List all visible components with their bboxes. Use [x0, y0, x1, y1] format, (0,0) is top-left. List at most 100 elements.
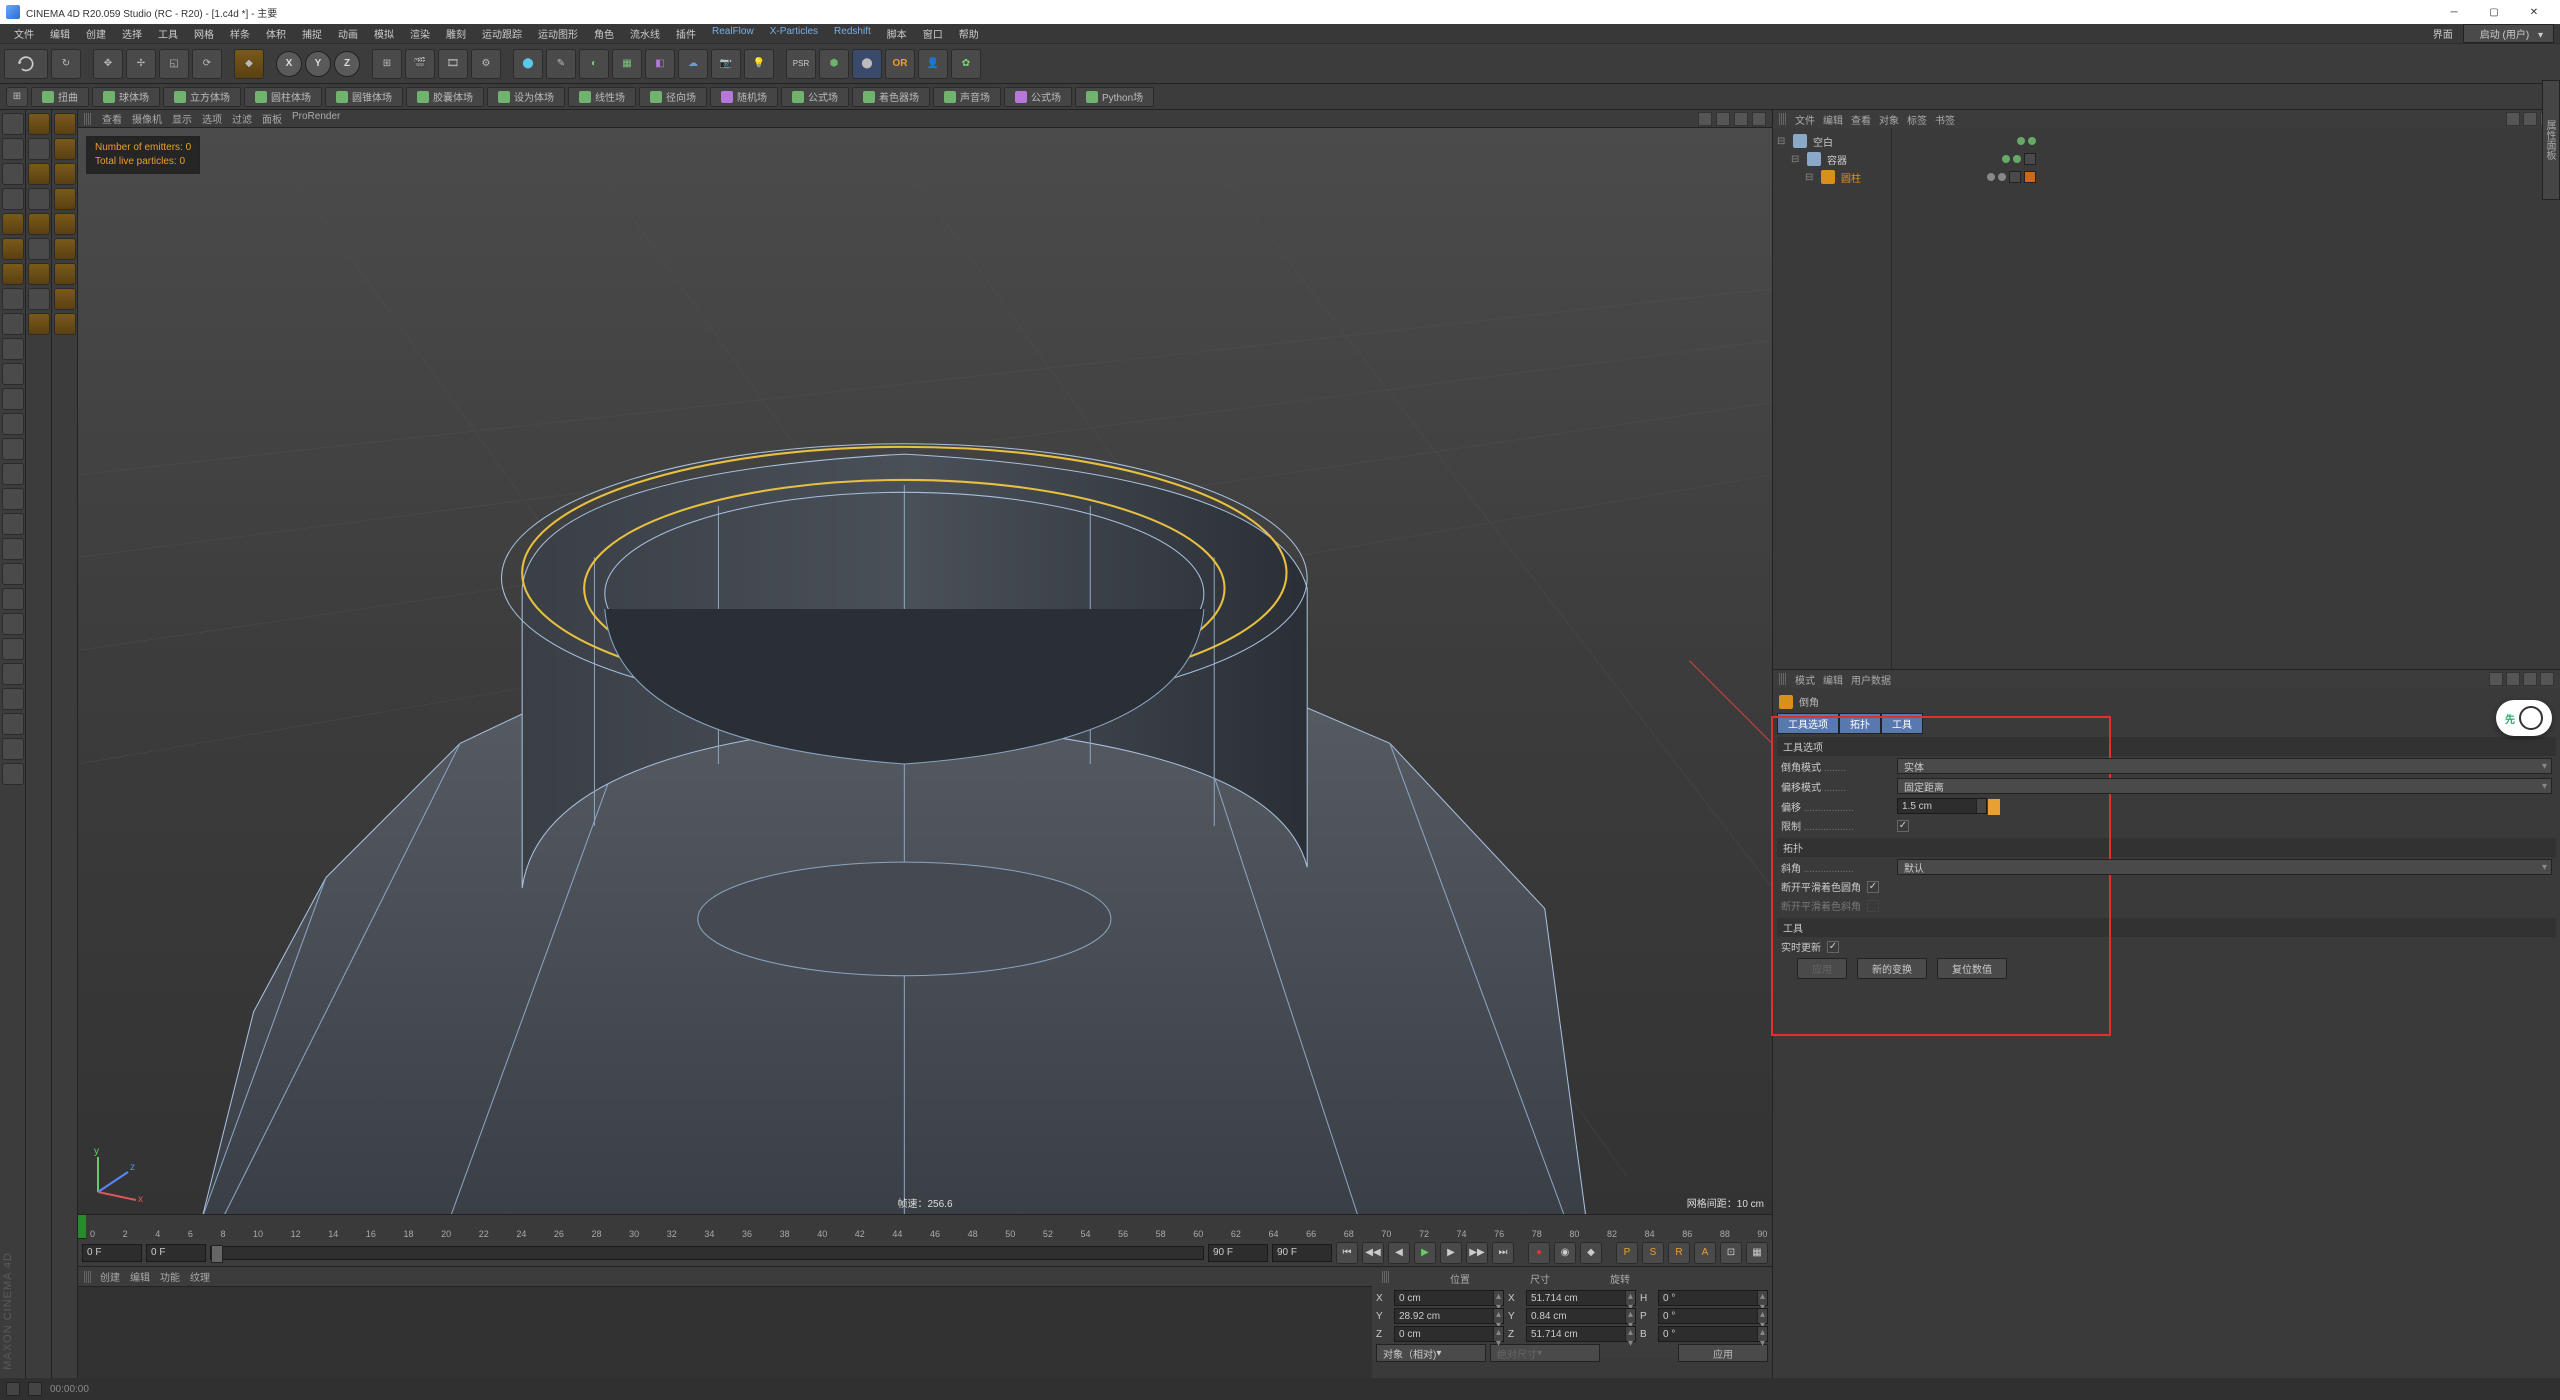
- p3-1[interactable]: [54, 113, 76, 135]
- play[interactable]: ▶: [1414, 1242, 1436, 1264]
- coord-rot-P[interactable]: 0 °▴▾: [1658, 1308, 1768, 1324]
- environment[interactable]: ☁: [678, 49, 708, 79]
- select-tool[interactable]: ✥: [93, 49, 123, 79]
- objmenu-查看[interactable]: 查看: [1851, 112, 1871, 127]
- content-browser[interactable]: ⬤: [852, 49, 882, 79]
- deformer[interactable]: ◧: [645, 49, 675, 79]
- attr-back-icon[interactable]: [2489, 672, 2503, 686]
- vp-nav-2[interactable]: [1716, 112, 1730, 126]
- p2-9[interactable]: [28, 313, 50, 335]
- attrmenu-编辑[interactable]: 编辑: [1823, 672, 1843, 687]
- filter-1[interactable]: [2, 538, 24, 560]
- xpresso[interactable]: ⬢: [819, 49, 849, 79]
- field-公式场[interactable]: 公式场: [1004, 87, 1072, 107]
- field-径向场[interactable]: 径向场: [639, 87, 707, 107]
- model-mode[interactable]: [2, 138, 24, 160]
- goto-start[interactable]: ⏮: [1336, 1242, 1358, 1264]
- field-扭曲[interactable]: 扭曲: [31, 87, 89, 107]
- filter-7[interactable]: [2, 688, 24, 710]
- vp-menu-ProRender[interactable]: ProRender: [292, 111, 340, 126]
- light[interactable]: 💡: [744, 49, 774, 79]
- filter-4[interactable]: [2, 613, 24, 635]
- keymode-a[interactable]: A: [1694, 1242, 1716, 1264]
- vp-nav-3[interactable]: [1734, 112, 1748, 126]
- objmgr-view-icon[interactable]: [2523, 112, 2537, 126]
- next-frame[interactable]: ▶: [1440, 1242, 1462, 1264]
- coord-size-Z[interactable]: 51.714 cm▴▾: [1526, 1326, 1636, 1342]
- p2-3[interactable]: [28, 163, 50, 185]
- menu-流水线[interactable]: 流水线: [624, 24, 666, 43]
- tag-icon[interactable]: [2024, 171, 2036, 183]
- p2-8[interactable]: [28, 288, 50, 310]
- vp-menu-摄像机[interactable]: 摄像机: [132, 111, 162, 126]
- attrmenu-用户数据[interactable]: 用户数据: [1851, 672, 1891, 687]
- attr-lock-icon[interactable]: [2540, 672, 2554, 686]
- coord-rot-B[interactable]: 0 °▴▾: [1658, 1326, 1768, 1342]
- vp-menu-选项[interactable]: 选项: [202, 111, 222, 126]
- p3-9[interactable]: [54, 313, 76, 335]
- break-rounding-checkbox[interactable]: ✓: [1867, 881, 1879, 893]
- generator-array[interactable]: ▦: [612, 49, 642, 79]
- field-声音场[interactable]: 声音场: [933, 87, 1001, 107]
- status-icon-1[interactable]: [6, 1382, 20, 1396]
- edge-mode[interactable]: [2, 238, 24, 260]
- attrmenu-模式[interactable]: 模式: [1795, 672, 1815, 687]
- coord-apply-button[interactable]: 应用: [1678, 1344, 1768, 1362]
- undo-button[interactable]: [4, 49, 48, 79]
- menu-帮助[interactable]: 帮助: [953, 24, 985, 43]
- limit-checkbox[interactable]: ✓: [1897, 820, 1909, 832]
- goto-end[interactable]: ⏭: [1492, 1242, 1514, 1264]
- break-miter-checkbox[interactable]: [1867, 900, 1879, 912]
- menu-X-Particles[interactable]: X-Particles: [764, 24, 824, 43]
- new-transform-button[interactable]: 新的变换: [1857, 958, 1927, 979]
- move-tool[interactable]: ✢: [126, 49, 156, 79]
- p2-4[interactable]: [28, 188, 50, 210]
- locked[interactable]: [2, 413, 24, 435]
- mattab-功能[interactable]: 功能: [160, 1269, 180, 1284]
- p3-6[interactable]: [54, 238, 76, 260]
- p3-8[interactable]: [54, 288, 76, 310]
- apply-button[interactable]: 应用: [1797, 958, 1847, 979]
- menu-RealFlow[interactable]: RealFlow: [706, 24, 760, 43]
- x-axis-lock[interactable]: X: [276, 51, 302, 77]
- field-线性场[interactable]: 线性场: [568, 87, 636, 107]
- timeline-ruler[interactable]: 0246810121416182022242628303234363840424…: [78, 1214, 1772, 1238]
- coord-pos-Y[interactable]: 28.92 cm▴▾: [1394, 1308, 1504, 1324]
- keyframe-sel[interactable]: ◆: [1580, 1242, 1602, 1264]
- menu-捕捉[interactable]: 捕捉: [296, 24, 328, 43]
- realtime-checkbox[interactable]: ✓: [1827, 941, 1839, 953]
- menu-渲染[interactable]: 渲染: [404, 24, 436, 43]
- p2-1[interactable]: [28, 113, 50, 135]
- viewport-solo[interactable]: [2, 338, 24, 360]
- attr-fwd-icon[interactable]: [2506, 672, 2520, 686]
- field-随机场[interactable]: 随机场: [710, 87, 778, 107]
- attr-tab-topology[interactable]: 拓扑: [1839, 713, 1881, 734]
- z-axis-lock[interactable]: Z: [334, 51, 360, 77]
- objmenu-对象[interactable]: 对象: [1879, 112, 1899, 127]
- quantize[interactable]: [2, 463, 24, 485]
- objmenu-书签[interactable]: 书签: [1935, 112, 1955, 127]
- end-frame-field-2[interactable]: 90 F: [1272, 1244, 1332, 1262]
- tweak-mode[interactable]: [2, 313, 24, 335]
- p2-6[interactable]: [28, 238, 50, 260]
- menu-样条[interactable]: 样条: [224, 24, 256, 43]
- menu-文件[interactable]: 文件: [8, 24, 40, 43]
- fields-toggle[interactable]: ⊞: [6, 87, 28, 107]
- window-maximize-button[interactable]: ▢: [2474, 2, 2514, 22]
- object-row-容器[interactable]: ⊟容器: [1777, 150, 2556, 168]
- mattab-创建[interactable]: 创建: [100, 1269, 120, 1284]
- coord-rot-H[interactable]: 0 °▴▾: [1658, 1290, 1768, 1306]
- field-公式场[interactable]: 公式场: [781, 87, 849, 107]
- coord-mode-2[interactable]: 绝对尺寸 ▾: [1490, 1344, 1600, 1362]
- autokey[interactable]: ◉: [1554, 1242, 1576, 1264]
- mattab-纹理[interactable]: 纹理: [190, 1269, 210, 1284]
- spline-pen[interactable]: ✎: [546, 49, 576, 79]
- menu-网格[interactable]: 网格: [188, 24, 220, 43]
- attr-tab-tool[interactable]: 工具: [1881, 713, 1923, 734]
- bevel-mode-dropdown[interactable]: 实体▾: [1897, 758, 2552, 774]
- scale-tool[interactable]: ◱: [159, 49, 189, 79]
- filter-10[interactable]: [2, 763, 24, 785]
- help[interactable]: 👤: [918, 49, 948, 79]
- realflow-icon[interactable]: ✿: [951, 49, 981, 79]
- phantom[interactable]: [2, 513, 24, 535]
